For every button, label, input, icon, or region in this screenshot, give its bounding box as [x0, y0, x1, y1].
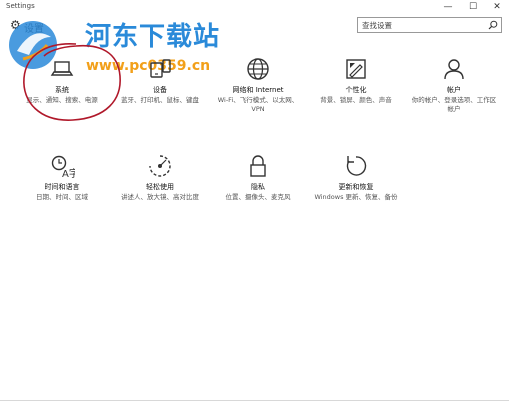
tile-label: 帐户	[447, 86, 461, 94]
tile-label: 个性化	[345, 86, 367, 94]
close-button[interactable]: ✕	[486, 0, 508, 14]
maximize-button[interactable]: ☐	[462, 0, 484, 14]
tile-network[interactable]: 网络和 Internet Wi-Fi、飞行模式、以太网、VPN	[214, 56, 302, 113]
tile-update-recovery[interactable]: 更新和恢复 Windows 更新、恢复、备份	[312, 153, 400, 202]
tile-ease-of-access[interactable]: 轻松使用 讲述人、放大镜、高对比度	[116, 153, 204, 202]
person-icon	[444, 59, 464, 80]
update-icon	[346, 156, 367, 176]
personalization-icon	[346, 59, 366, 79]
tile-accounts[interactable]: 帐户 你的帐户、登录选项、工作区帐户	[410, 56, 498, 113]
tile-description: 讲述人、放大镜、高对比度	[121, 193, 199, 201]
tile-personalization[interactable]: 个性化 背景、锁屏、颜色、声音	[312, 56, 400, 105]
time-language-icon: A字	[51, 155, 75, 179]
tile-label: 网络和 Internet	[232, 86, 284, 94]
search-box[interactable]	[357, 17, 502, 33]
window-title: Settings	[6, 2, 35, 10]
tile-description: 位置、摄像头、麦克风	[225, 193, 291, 201]
tile-description: Windows 更新、恢复、备份	[314, 193, 398, 201]
globe-icon	[247, 58, 269, 80]
tile-description: 日期、时间、区域	[36, 193, 88, 201]
bottom-divider	[0, 400, 509, 401]
ease-of-access-icon	[149, 155, 171, 177]
tile-label: 隐私	[251, 183, 265, 191]
devices-icon	[150, 59, 171, 78]
svg-text:A字: A字	[62, 167, 75, 179]
tile-label: 轻松使用	[146, 183, 174, 191]
tile-description: Wi-Fi、飞行模式、以太网、VPN	[217, 96, 299, 113]
search-icon[interactable]	[488, 20, 498, 30]
title-bar: Settings — ☐ ✕	[0, 0, 509, 14]
tile-label: 更新和恢复	[338, 183, 374, 191]
lock-icon	[250, 155, 266, 177]
tile-description: 背景、锁屏、颜色、声音	[320, 96, 392, 104]
tile-description: 蓝牙、打印机、鼠标、键盘	[121, 96, 199, 104]
search-input[interactable]	[362, 20, 482, 31]
tile-description: 你的帐户、登录选项、工作区帐户	[411, 96, 497, 113]
tile-time-language[interactable]: A字 时间和语言 日期、时间、区域	[18, 153, 106, 202]
annotation-circle	[23, 43, 121, 121]
tile-privacy[interactable]: 隐私 位置、摄像头、麦克风	[214, 153, 302, 202]
minimize-button[interactable]: —	[437, 0, 459, 14]
tile-devices[interactable]: 设备 蓝牙、打印机、鼠标、键盘	[116, 56, 204, 105]
tile-label: 时间和语言	[44, 183, 80, 191]
tile-label: 设备	[153, 86, 167, 94]
